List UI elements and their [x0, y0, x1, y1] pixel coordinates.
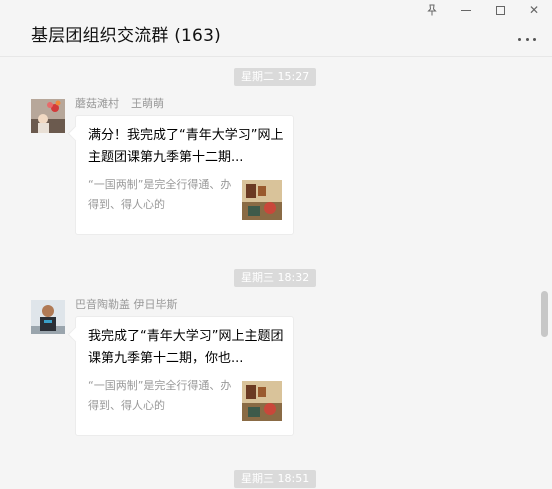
minimize-icon[interactable] — [455, 2, 477, 18]
close-icon[interactable]: ✕ — [523, 2, 545, 18]
chat-header: 基层团组织交流群 (163) ✕ — [0, 0, 552, 57]
chat-title: 基层团组织交流群 (163) — [31, 26, 221, 46]
link-card-description: “一国两制”是完全行得通、办得到、得人心的 — [88, 178, 232, 211]
maximize-icon[interactable] — [489, 2, 511, 18]
sender-name: 蘑菇滩村 王萌萌 — [75, 95, 164, 111]
scrollbar-thumb[interactable] — [541, 291, 548, 337]
link-card[interactable]: 满分！我完成了“青年大学习”网上主题团课第九季第十二期... “一国两制”是完全… — [75, 115, 294, 235]
sender-display-name: 王萌萌 — [131, 97, 164, 110]
link-card-thumbnail — [242, 381, 282, 421]
link-card[interactable]: 我完成了“青年大学习”网上主题团课第九季第十二期，你也... “一国两制”是完全… — [75, 316, 294, 436]
chat-window: 基层团组织交流群 (163) ✕ 星期二 15:27 蘑菇滩村 王萌萌 满分！我… — [0, 0, 552, 489]
message-timestamp: 星期二 15:27 — [234, 68, 317, 86]
sender-group-nickname: 巴音陶勒盖 伊日毕斯 — [75, 298, 178, 311]
link-card-thumbnail — [242, 180, 282, 220]
link-card-description: “一国两制”是完全行得通、办得到、得人心的 — [88, 379, 232, 412]
pin-icon[interactable] — [421, 2, 443, 18]
link-card-title: 我完成了“青年大学习”网上主题团课第九季第十二期，你也... — [88, 329, 284, 366]
message-timestamp: 星期三 18:32 — [234, 269, 317, 287]
sender-group-nickname: 蘑菇滩村 — [75, 97, 119, 110]
sender-name: 巴音陶勒盖 伊日毕斯 — [75, 296, 178, 312]
link-card-title: 满分！我完成了“青年大学习”网上主题团课第九季第十二期... — [88, 128, 284, 165]
avatar[interactable] — [31, 99, 65, 133]
avatar[interactable] — [31, 300, 65, 334]
more-dots-icon[interactable] — [518, 36, 536, 42]
message-timestamp: 星期三 18:51 — [234, 470, 317, 488]
